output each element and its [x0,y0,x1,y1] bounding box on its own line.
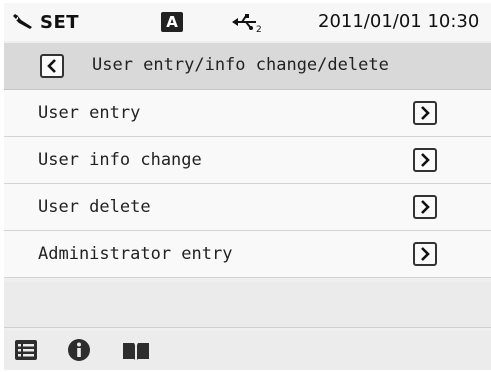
mode-indicator: SET [12,12,79,33]
mode-label: SET [40,12,80,33]
menu-item-user-info-change[interactable]: User info change [4,137,491,184]
page-title: User entry/info change/delete [92,55,389,75]
chevron-right-icon [421,247,430,261]
datetime-display: 2011/01/01 10:30 [318,11,480,32]
chevron-right-icon [421,200,430,214]
back-button[interactable] [40,54,64,78]
usb-icon: 2 [232,14,262,33]
menu-item-label: User info change [38,150,202,170]
svg-text:2: 2 [256,25,262,33]
user-info-change-next-button[interactable] [413,148,437,172]
menu-item-label: User entry [38,103,141,123]
administrator-entry-next-button[interactable] [413,242,437,266]
screen-header: User entry/info change/delete [4,43,491,90]
list-icon[interactable] [14,339,38,361]
book-icon[interactable] [121,341,151,361]
menu-list: User entry User info change User delete [4,90,491,278]
chevron-left-icon [47,59,56,73]
menu-item-user-delete[interactable]: User delete [4,184,491,231]
empty-list-area [4,282,491,328]
menu-item-user-entry[interactable]: User entry [4,90,491,137]
wrench-icon [13,13,32,29]
footer-toolbar [4,331,491,370]
info-icon[interactable] [67,338,91,362]
status-bar: SET A 2 2011/01/01 10:30 [4,3,491,41]
a-badge: A [161,12,183,32]
chevron-right-icon [421,106,430,120]
user-delete-next-button[interactable] [413,195,437,219]
user-entry-next-button[interactable] [413,101,437,125]
menu-item-administrator-entry[interactable]: Administrator entry [4,231,491,278]
menu-item-label: Administrator entry [38,244,233,264]
device-screen: SET A 2 2011/01/01 10:30 User entry/info… [4,3,491,370]
menu-item-label: User delete [38,197,151,217]
chevron-right-icon [421,153,430,167]
